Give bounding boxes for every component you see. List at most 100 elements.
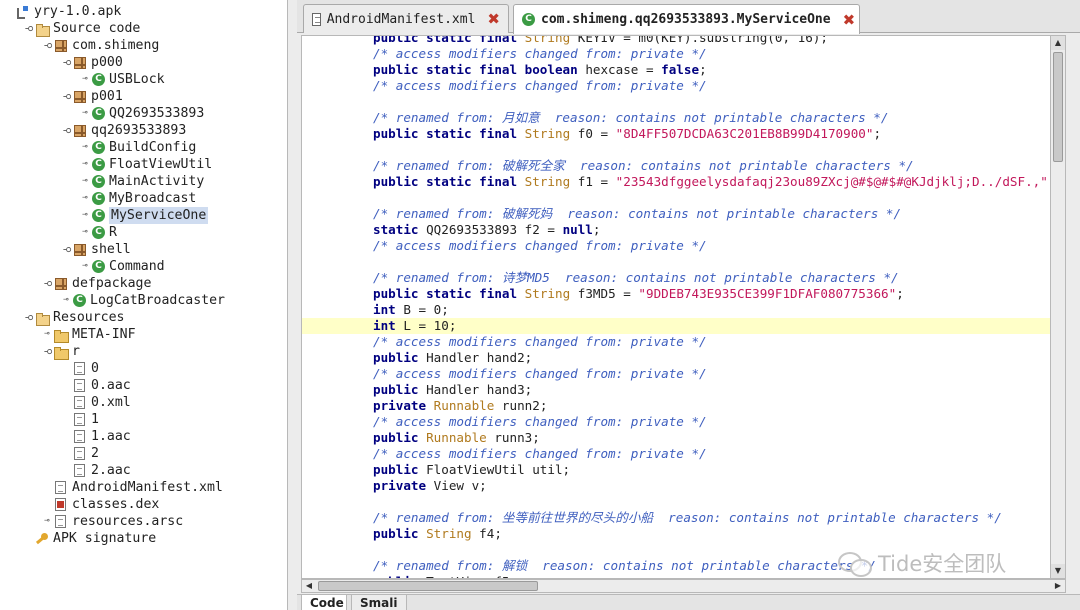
class-icon: C bbox=[92, 141, 105, 154]
tree-item-shell[interactable]: ⚲ shell bbox=[61, 241, 131, 258]
tree-item-label: BuildConfig bbox=[109, 140, 197, 155]
tree-item-yry-1-0-apk[interactable]: yry-1.0.apk bbox=[4, 3, 121, 20]
tree-item-0-aac[interactable]: 0.aac bbox=[61, 377, 131, 394]
tree-item-2[interactable]: 2 bbox=[61, 445, 99, 462]
tree-item-resources-arsc[interactable]: ⊸ resources.arsc bbox=[42, 513, 183, 530]
class-icon: C bbox=[92, 73, 105, 86]
scroll-up-icon[interactable]: ▲ bbox=[1051, 36, 1065, 50]
tree-item-buildconfig[interactable]: ⊸ C BuildConfig bbox=[80, 139, 196, 156]
collapse-toggle-icon[interactable]: ⚲ bbox=[20, 313, 37, 323]
collapse-toggle-icon[interactable]: ⚲ bbox=[58, 92, 75, 102]
tree-item-myserviceone[interactable]: ⊸ C MyServiceOne bbox=[80, 207, 209, 224]
key-icon bbox=[35, 532, 49, 546]
package-icon bbox=[74, 56, 86, 69]
tab-myserviceone[interactable]: C com.shimeng.qq2693533893.MyServiceOne … bbox=[513, 4, 860, 34]
tree-item-command[interactable]: ⊸ C Command bbox=[80, 258, 164, 275]
collapse-toggle-icon[interactable]: ⚲ bbox=[39, 347, 56, 357]
file-icon bbox=[55, 515, 66, 528]
dex-file-icon bbox=[55, 498, 66, 511]
tree-item-2-aac[interactable]: 2.aac bbox=[61, 462, 131, 479]
tree-item-p001[interactable]: ⚲ p001 bbox=[61, 88, 123, 105]
collapse-toggle-icon[interactable]: ⚲ bbox=[39, 41, 56, 51]
code-line: int L = 10; bbox=[302, 318, 1050, 334]
editor-panel: AndroidManifest.xml ✖ C com.shimeng.qq26… bbox=[297, 0, 1080, 610]
document-icon bbox=[312, 12, 321, 26]
tree-item-defpackage[interactable]: ⚲ defpackage bbox=[39, 275, 152, 292]
code-line: public Handler hand3; bbox=[373, 382, 533, 397]
expand-toggle-icon[interactable]: ⊸ bbox=[80, 258, 90, 275]
tree-item-0-xml[interactable]: 0.xml bbox=[61, 394, 131, 411]
tree-item-r[interactable]: ⊸ C R bbox=[80, 224, 117, 241]
collapse-toggle-icon[interactable]: ⚲ bbox=[58, 126, 75, 136]
tree-item-mainactivity[interactable]: ⊸ C MainActivity bbox=[80, 173, 204, 190]
expand-toggle-icon[interactable]: ⊸ bbox=[42, 326, 52, 343]
tree-item-1-aac[interactable]: 1.aac bbox=[61, 428, 131, 445]
expand-toggle-icon[interactable]: ⊸ bbox=[80, 207, 90, 224]
tree-item-meta-inf[interactable]: ⊸ META-INF bbox=[42, 326, 136, 343]
tree-item-androidmanifest-xml[interactable]: AndroidManifest.xml bbox=[42, 479, 223, 496]
tree-item-0[interactable]: 0 bbox=[61, 360, 99, 377]
project-tree-panel[interactable]: yry-1.0.apk ⚲ Source code ⚲ com.shimeng ⚲ p000… bbox=[0, 0, 288, 610]
collapse-toggle-icon[interactable]: ⚲ bbox=[39, 279, 56, 289]
expand-toggle-icon[interactable]: ⊸ bbox=[80, 224, 90, 241]
expand-toggle-icon[interactable]: ⊸ bbox=[80, 71, 90, 88]
tree-item-classes-dex[interactable]: classes.dex bbox=[42, 496, 159, 513]
expand-toggle-icon[interactable]: ⊸ bbox=[80, 190, 90, 207]
code-line: /* renamed from: 坐等前往世界的尽头的小船 reason: co… bbox=[373, 510, 1002, 525]
vertical-scrollbar[interactable]: ▲ ▼ bbox=[1051, 35, 1066, 579]
scroll-thumb[interactable] bbox=[318, 581, 538, 591]
tree-item-p000[interactable]: ⚲ p000 bbox=[61, 54, 123, 71]
tree-item-label: r bbox=[72, 344, 80, 359]
tree-item-label: QQ2693533893 bbox=[109, 106, 205, 121]
close-icon[interactable]: ✖ bbox=[843, 11, 856, 29]
tree-item-label: 2 bbox=[91, 446, 99, 461]
scroll-right-icon[interactable]: ▶ bbox=[1051, 580, 1065, 592]
scroll-down-icon[interactable]: ▼ bbox=[1051, 564, 1065, 578]
horizontal-scrollbar[interactable]: ◀ ▶ bbox=[301, 579, 1066, 593]
expand-toggle-icon[interactable]: ⊸ bbox=[42, 513, 52, 530]
tree-item-label: defpackage bbox=[72, 276, 152, 291]
tree-item-r[interactable]: ⚲ r bbox=[42, 343, 80, 360]
expand-toggle-icon[interactable]: ⊸ bbox=[80, 139, 90, 156]
scroll-thumb[interactable] bbox=[1053, 52, 1063, 162]
tree-item-qq2693533893[interactable]: ⊸ C QQ2693533893 bbox=[80, 105, 204, 122]
tree-item-label: p000 bbox=[91, 55, 123, 70]
tree-item-label: 0.aac bbox=[91, 378, 131, 393]
collapse-toggle-icon[interactable]: ⚲ bbox=[20, 24, 37, 34]
tab-code[interactable]: Code bbox=[301, 595, 347, 610]
code-line: static QQ2693533893 f2 = null; bbox=[373, 222, 601, 237]
tree-item-usblock[interactable]: ⊸ C USBLock bbox=[80, 71, 164, 88]
package-icon bbox=[74, 124, 86, 137]
tab-smali[interactable]: Smali bbox=[351, 595, 407, 610]
code-line: public static final String f3MD5 = "9DDE… bbox=[373, 286, 904, 301]
expand-toggle-icon[interactable]: ⊸ bbox=[80, 105, 90, 122]
tree-item-resources[interactable]: ⚲ Resources bbox=[23, 309, 124, 326]
tree-item-apk-signature[interactable]: APK signature bbox=[23, 530, 156, 547]
collapse-toggle-icon[interactable]: ⚲ bbox=[58, 245, 75, 255]
tab-android-manifest[interactable]: AndroidManifest.xml ✖ bbox=[303, 4, 509, 33]
expand-toggle-icon[interactable]: ⊸ bbox=[61, 292, 71, 309]
tree-item-logcatbroadcaster[interactable]: ⊸ C LogCatBroadcaster bbox=[61, 292, 225, 309]
code-view[interactable]: public static final String KEYIV = m0(KE… bbox=[301, 35, 1051, 579]
tree-item-1[interactable]: 1 bbox=[61, 411, 99, 428]
editor-tab-bar: AndroidManifest.xml ✖ C com.shimeng.qq26… bbox=[297, 0, 1080, 34]
class-icon: C bbox=[92, 175, 105, 188]
tree-item-source-code[interactable]: ⚲ Source code bbox=[23, 20, 140, 37]
close-icon[interactable]: ✖ bbox=[487, 10, 500, 28]
file-icon bbox=[74, 464, 85, 477]
class-icon: C bbox=[522, 13, 535, 26]
code-line: public Runnable runn3; bbox=[373, 430, 540, 445]
expand-toggle-icon[interactable]: ⊸ bbox=[80, 173, 90, 190]
scroll-left-icon[interactable]: ◀ bbox=[302, 580, 316, 592]
expand-toggle-icon[interactable]: ⊸ bbox=[80, 156, 90, 173]
tree-item-floatviewutil[interactable]: ⊸ C FloatViewUtil bbox=[80, 156, 212, 173]
code-line: public static final String f0 = "8D4FF50… bbox=[373, 126, 882, 141]
source-folder-icon bbox=[35, 22, 50, 37]
tree-item-com-shimeng[interactable]: ⚲ com.shimeng bbox=[39, 37, 160, 54]
tree-item-qq2693533893[interactable]: ⚲ qq2693533893 bbox=[58, 122, 187, 139]
package-icon bbox=[74, 243, 86, 256]
tree-item-mybroadcast[interactable]: ⊸ C MyBroadcast bbox=[80, 190, 196, 207]
collapse-toggle-icon[interactable]: ⚲ bbox=[58, 58, 75, 68]
